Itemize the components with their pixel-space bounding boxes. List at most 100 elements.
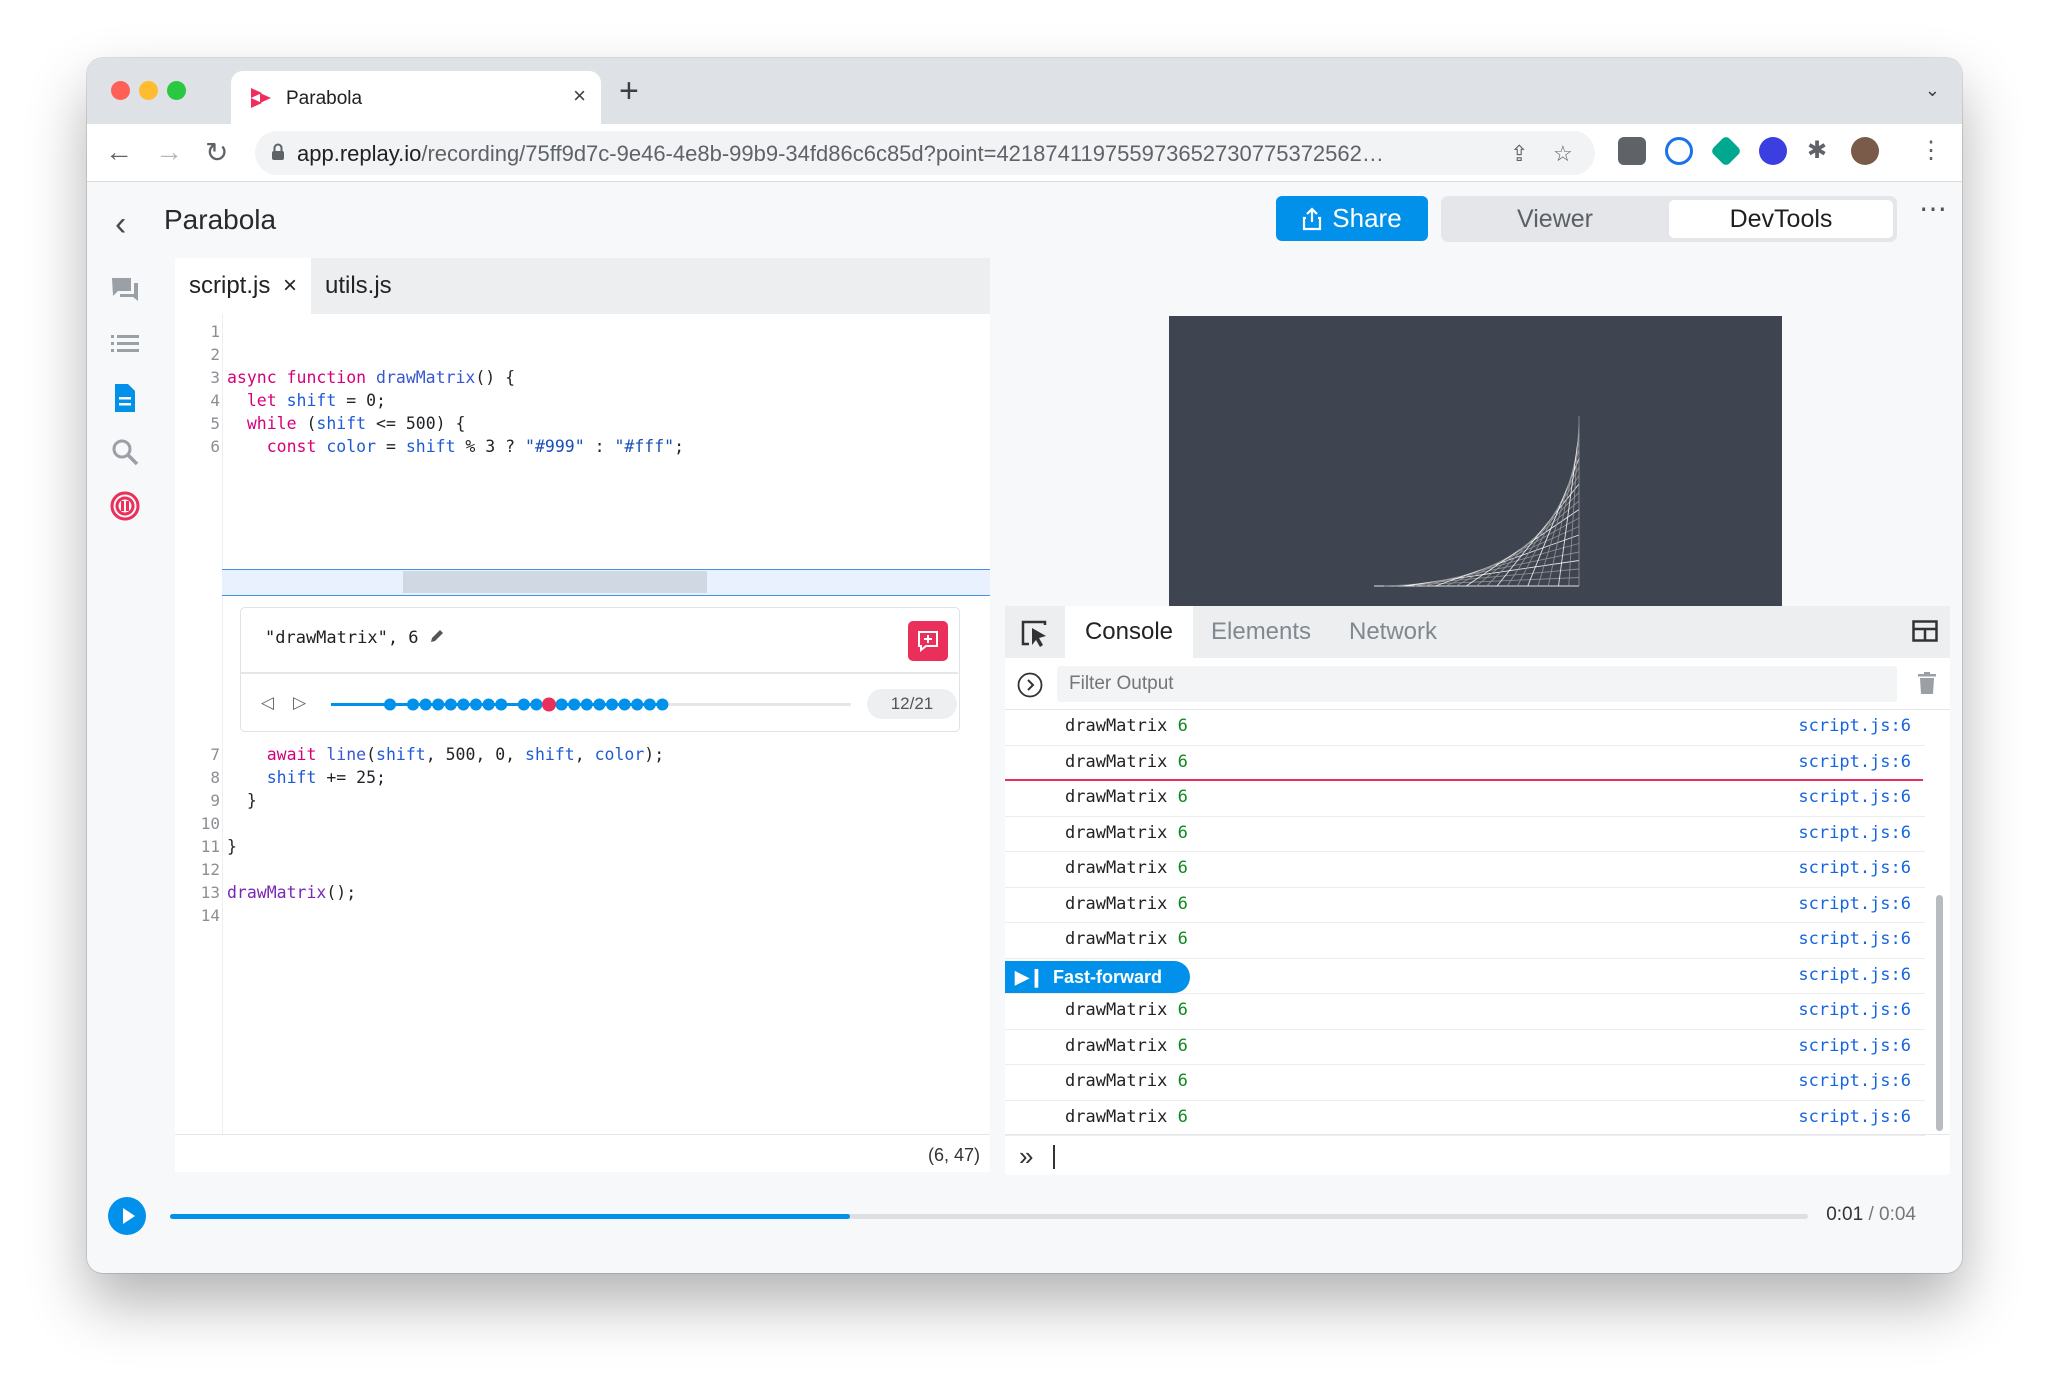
code-line[interactable]: let shift = 0; xyxy=(227,391,386,410)
code-line[interactable]: } xyxy=(227,837,237,856)
back-to-library-icon[interactable]: ‹ xyxy=(115,205,126,244)
console-message[interactable]: drawMatrix 6 script.js:6 xyxy=(1005,1065,1925,1101)
message-source-link[interactable]: script.js:6 xyxy=(1798,1000,1911,1020)
code-line[interactable]: async function drawMatrix() { xyxy=(227,368,515,387)
message-source-link[interactable]: script.js:6 xyxy=(1798,894,1911,914)
console-message[interactable]: drawMatrix 6 script.js:6 xyxy=(1005,1030,1925,1065)
console-message[interactable]: drawMatrix 6 script.js:6 xyxy=(1005,817,1925,852)
viewer-mode-button[interactable]: Viewer xyxy=(1445,200,1665,238)
line-number[interactable]: 10 xyxy=(175,814,220,833)
extensions-puzzle-icon[interactable]: ✱ xyxy=(1807,136,1827,165)
console-message[interactable]: drawMatrix 6 script.js:6 xyxy=(1005,852,1925,888)
message-source-link[interactable]: script.js:6 xyxy=(1798,929,1911,949)
fast-forward-button[interactable]: ▶❙ Fast-forward xyxy=(1005,960,1190,993)
line-number[interactable]: 7 xyxy=(175,745,220,764)
message-source-link[interactable]: script.js:6 xyxy=(1798,965,1911,985)
add-comment-button[interactable] xyxy=(908,621,948,661)
console-message[interactable]: drawMatrix 6 script.js:6 xyxy=(1005,1101,1925,1136)
search-icon[interactable] xyxy=(109,436,141,468)
extension-icon[interactable] xyxy=(1618,137,1646,165)
console-message[interactable]: drawMatrix 6 script.js:6 xyxy=(1005,994,1925,1030)
line-number[interactable]: 5 xyxy=(175,414,220,433)
element-picker-icon[interactable] xyxy=(1005,606,1065,658)
comments-icon[interactable] xyxy=(109,274,141,306)
code-line[interactable]: while (shift <= 500) { xyxy=(227,414,466,433)
share-button[interactable]: Share xyxy=(1276,196,1428,241)
avatar[interactable] xyxy=(1851,137,1879,165)
code-line[interactable]: await line(shift, 500, 0, shift, color); xyxy=(227,745,664,764)
filter-output-input[interactable] xyxy=(1057,666,1897,702)
clear-console-trash-icon[interactable] xyxy=(1918,672,1936,694)
line-number[interactable]: 13 xyxy=(175,883,220,902)
zoom-window-button[interactable] xyxy=(167,81,186,100)
message-source-link[interactable]: script.js:6 xyxy=(1798,716,1911,736)
browser-menu-icon[interactable]: ⋮ xyxy=(1919,136,1943,165)
back-icon[interactable]: ← xyxy=(105,136,133,168)
address-bar[interactable]: app.replay.io/recording/75ff9d7c-9e46-4e… xyxy=(255,131,1595,175)
expand-filters-icon[interactable] xyxy=(1017,672,1043,698)
line-number[interactable]: 3 xyxy=(175,368,220,387)
source-explorer-icon[interactable] xyxy=(109,382,141,414)
console-scrollbar[interactable] xyxy=(1936,895,1943,1131)
pause-info-icon[interactable] xyxy=(109,490,141,522)
console-message-fast-forward[interactable]: ▶❙ Fast-forward script.js:6 xyxy=(1005,959,1925,994)
close-tab-icon[interactable]: × xyxy=(573,83,586,109)
tab-search-chevron-icon[interactable]: ⌄ xyxy=(1925,80,1940,101)
line-number[interactable]: 1 xyxy=(175,322,220,341)
line-number[interactable]: 6 xyxy=(175,437,220,456)
code-line[interactable]: drawMatrix(); xyxy=(227,883,356,902)
line-number[interactable]: 11 xyxy=(175,837,220,856)
code-line-paused[interactable]: const color = shift % 3 ? "#999" : "#fff… xyxy=(227,437,684,456)
next-hit-icon[interactable]: ▷ xyxy=(293,693,306,713)
tab-elements[interactable]: Elements xyxy=(1211,606,1311,658)
tab-script-js[interactable]: script.js × xyxy=(175,258,312,314)
new-tab-button[interactable]: + xyxy=(619,72,639,111)
url-text[interactable]: app.replay.io/recording/75ff9d7c-9e46-4e… xyxy=(297,141,1384,167)
extension-icon[interactable] xyxy=(1665,137,1693,165)
play-button[interactable] xyxy=(108,1197,146,1235)
token: += 25; xyxy=(316,768,386,787)
video-preview[interactable] xyxy=(1169,316,1782,651)
message-source-link[interactable]: script.js:6 xyxy=(1798,1036,1911,1056)
events-list-icon[interactable] xyxy=(109,328,141,360)
console-message[interactable]: drawMatrix 6 script.js:6 xyxy=(1005,923,1925,959)
message-source-link[interactable]: script.js:6 xyxy=(1798,752,1911,772)
line-number[interactable]: 4 xyxy=(175,391,220,410)
close-tab-icon[interactable]: × xyxy=(283,272,297,299)
message-source-link[interactable]: script.js:6 xyxy=(1798,1107,1911,1127)
browser-tab[interactable]: Parabola × xyxy=(231,71,601,124)
message-source-link[interactable]: script.js:6 xyxy=(1798,858,1911,878)
edit-pencil-icon[interactable] xyxy=(429,628,445,644)
line-number[interactable]: 9 xyxy=(175,791,220,810)
console-message[interactable]: drawMatrix 6 script.js:6 xyxy=(1005,746,1925,781)
close-window-button[interactable] xyxy=(111,81,130,100)
extension-icon[interactable] xyxy=(1759,137,1787,165)
line-number[interactable]: 2 xyxy=(175,345,220,364)
forward-icon[interactable]: → xyxy=(155,136,183,168)
previous-hit-icon[interactable]: ◁ xyxy=(261,693,274,713)
code-line[interactable]: } xyxy=(227,791,257,810)
tab-utils-js[interactable]: utils.js xyxy=(311,258,406,314)
line-number[interactable]: 14 xyxy=(175,906,220,925)
line-number[interactable]: 12 xyxy=(175,860,220,879)
minimize-window-button[interactable] xyxy=(139,81,158,100)
toggle-layout-icon[interactable] xyxy=(1912,620,1938,642)
tab-console[interactable]: Console xyxy=(1065,606,1193,658)
console-message[interactable]: drawMatrix 6 script.js:6 xyxy=(1005,710,1925,746)
console-message[interactable]: drawMatrix 6 script.js:6 xyxy=(1005,888,1925,923)
console-message[interactable]: drawMatrix 6 script.js:6 xyxy=(1005,781,1925,817)
message-source-link[interactable]: script.js:6 xyxy=(1798,823,1911,843)
code-line[interactable]: shift += 25; xyxy=(227,768,386,787)
message-source-link[interactable]: script.js:6 xyxy=(1798,1071,1911,1091)
tab-network[interactable]: Network xyxy=(1349,606,1437,658)
console-input[interactable]: » xyxy=(1005,1134,1950,1175)
line-number[interactable]: 8 xyxy=(175,768,220,787)
more-options-icon[interactable]: ⋯ xyxy=(1919,192,1947,225)
bookmark-star-icon[interactable]: ☆ xyxy=(1553,141,1573,167)
devtools-mode-button[interactable]: DevTools xyxy=(1669,200,1893,238)
share-page-icon[interactable]: ⇪ xyxy=(1510,141,1528,167)
extension-icon[interactable] xyxy=(1710,135,1742,167)
log-expression[interactable]: "drawMatrix", 6 xyxy=(265,628,419,648)
message-source-link[interactable]: script.js:6 xyxy=(1798,787,1911,807)
reload-icon[interactable]: ↻ xyxy=(205,136,228,169)
